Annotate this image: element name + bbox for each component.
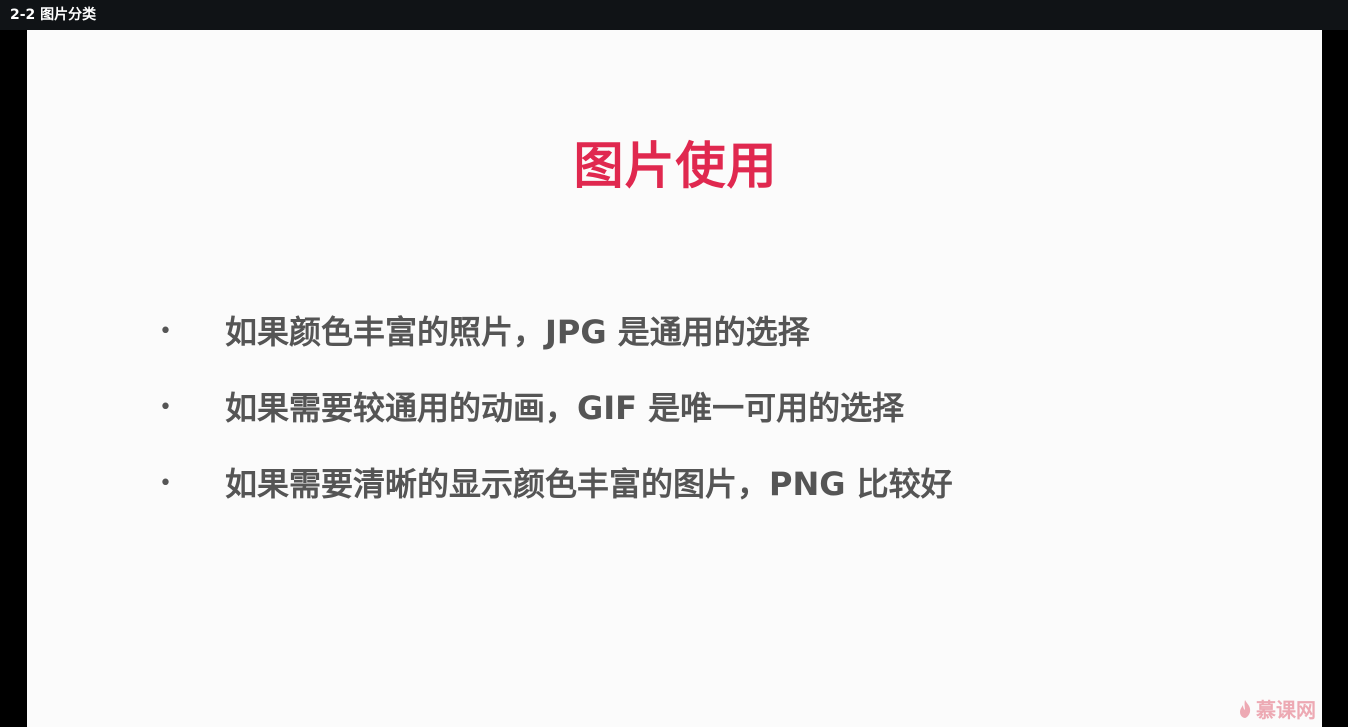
window-title-bar: 2-2 图片分类 [0, 0, 1348, 30]
bullet-dot: • [159, 319, 172, 344]
list-item: • 如果需要清晰的显示颜色丰富的图片，PNG 比较好 [157, 460, 953, 536]
bullet-text: 如果颜色丰富的照片，JPG 是通用的选择 [225, 313, 810, 351]
bullet-text: 如果需要较通用的动画，GIF 是唯一可用的选择 [225, 389, 905, 427]
bullet-dot: • [159, 395, 172, 420]
bullet-dot: • [159, 471, 172, 496]
flame-logo-icon [1240, 699, 1251, 718]
watermark: 慕课网 [1238, 694, 1316, 723]
slide-canvas: 图片使用 • 如果颜色丰富的照片，JPG 是通用的选择 • 如果需要较通用的动画… [27, 30, 1322, 727]
watermark-text: 慕课网 [1256, 698, 1316, 722]
bullet-text: 如果需要清晰的显示颜色丰富的图片，PNG 比较好 [225, 465, 953, 503]
slide-title: 图片使用 [573, 137, 778, 195]
list-item: • 如果颜色丰富的照片，JPG 是通用的选择 [157, 308, 953, 384]
bullet-list: • 如果颜色丰富的照片，JPG 是通用的选择 • 如果需要较通用的动画，GIF … [157, 308, 953, 536]
list-item: • 如果需要较通用的动画，GIF 是唯一可用的选择 [157, 384, 953, 460]
window-title: 2-2 图片分类 [10, 7, 97, 23]
